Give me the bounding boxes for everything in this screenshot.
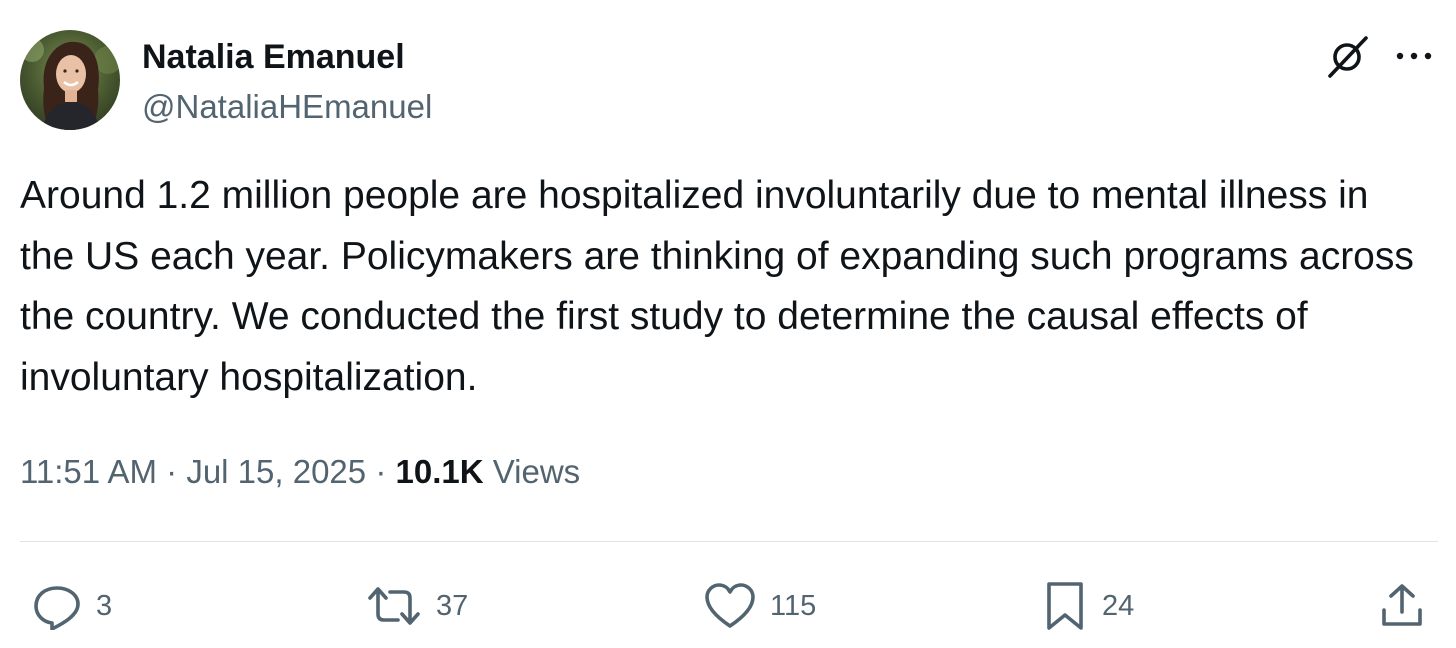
bookmark-button[interactable]: 24 <box>1040 578 1134 634</box>
bookmark-count: 24 <box>1102 589 1135 622</box>
tweet-meta: 11:51 AM · Jul 15, 2025 · 10.1K Views <box>20 450 580 494</box>
avatar-image <box>20 30 120 130</box>
reply-button[interactable]: 3 <box>30 578 112 634</box>
views-count: 10.1K <box>395 453 484 490</box>
tweet-time[interactable]: 11:51 AM <box>20 453 157 490</box>
repost-button[interactable]: 37 <box>364 578 468 634</box>
divider <box>20 541 1438 542</box>
share-icon <box>1382 584 1422 626</box>
repost-count: 37 <box>436 589 469 622</box>
more-button[interactable] <box>1392 36 1436 76</box>
reply-icon <box>34 586 80 630</box>
meta-separator: · <box>375 453 387 490</box>
grok-icon <box>1328 36 1368 78</box>
author-name[interactable]: Natalia Emanuel <box>142 36 405 78</box>
reply-count: 3 <box>96 589 113 622</box>
heart-icon <box>705 583 755 628</box>
share-button[interactable] <box>1378 578 1426 634</box>
bookmark-icon <box>1047 582 1083 630</box>
meta-separator: · <box>166 453 178 490</box>
avatar[interactable] <box>20 30 120 130</box>
tweet-text: Around 1.2 million people are hospitaliz… <box>20 174 1414 399</box>
more-icon <box>1396 52 1432 60</box>
author-handle[interactable]: @NataliaHEmanuel <box>142 86 432 128</box>
views-label: Views <box>492 453 581 490</box>
repost-icon <box>368 587 420 625</box>
like-button[interactable]: 115 <box>702 578 816 634</box>
grok-button[interactable] <box>1322 32 1372 82</box>
tweet-date[interactable]: Jul 15, 2025 <box>186 453 366 490</box>
like-count: 115 <box>770 589 817 622</box>
